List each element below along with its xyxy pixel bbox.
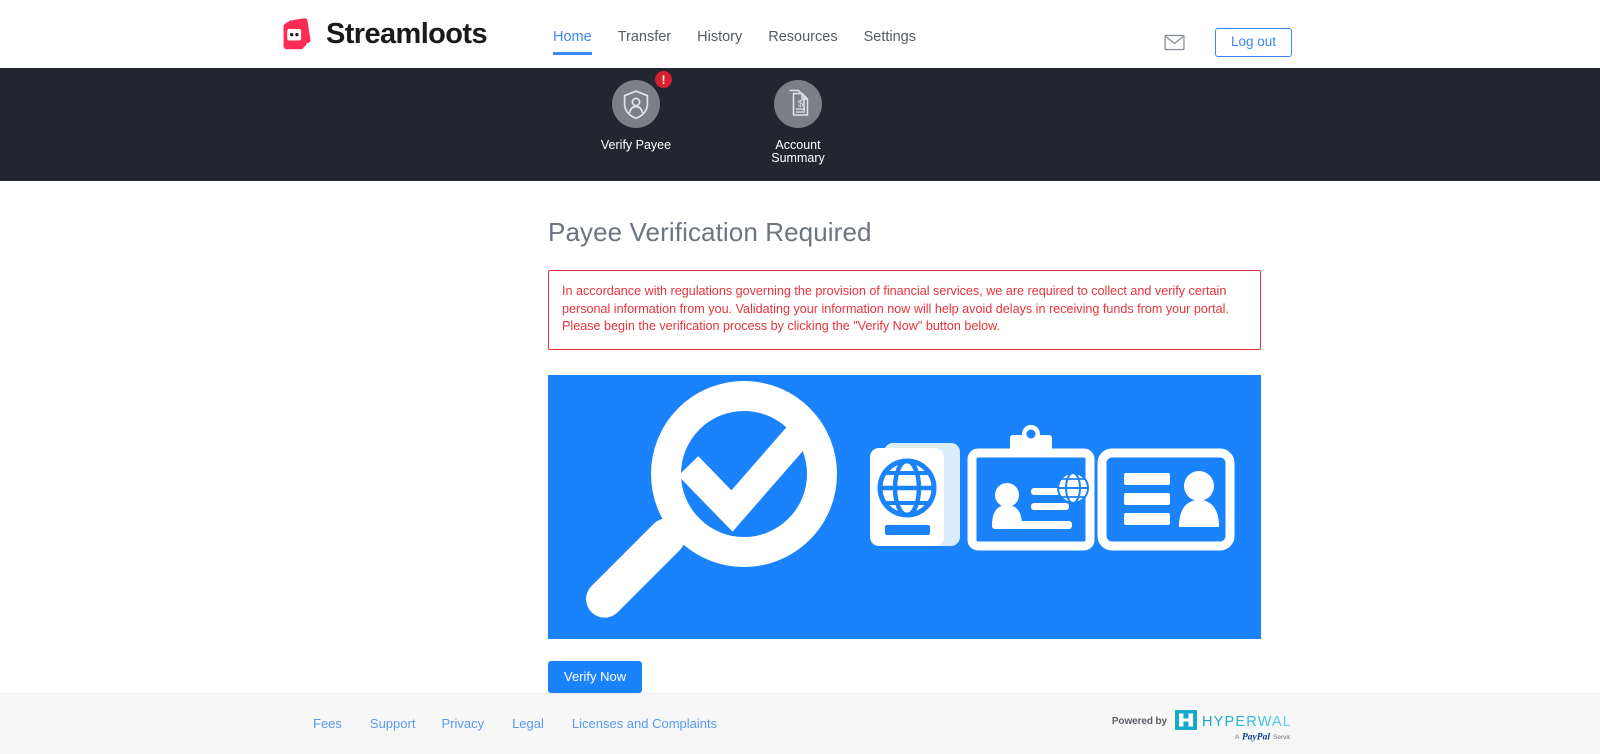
svg-text:$: $: [798, 99, 804, 110]
subnav-item-account-summary[interactable]: $ Account Summary: [738, 80, 858, 165]
hyperwallet-wordmark: HYPERWALLET: [1202, 714, 1290, 730]
paypal-prefix: A: [1235, 734, 1240, 741]
footer-link-support[interactable]: Support: [370, 716, 442, 731]
footer-link-privacy[interactable]: Privacy: [441, 716, 512, 731]
verification-banner-image: [548, 374, 1261, 639]
page-title: Payee Verification Required: [548, 217, 872, 247]
logout-button[interactable]: Log out: [1214, 28, 1292, 58]
main-navigation: Home Transfer History Resources Settings: [553, 27, 929, 55]
hyperwallet-logo-icon: HYPERWALLET A PayPal Service: [1175, 710, 1290, 743]
site-header: Streamloots Home Transfer History Resour…: [0, 0, 1600, 68]
footer-link-legal[interactable]: Legal: [512, 716, 572, 731]
footer-links: Fees Support Privacy Legal Licenses and …: [313, 716, 745, 731]
powered-by-hyperwallet: Powered by HYPERWALLET A Pa: [1112, 709, 1290, 743]
brand-name: Streamloots: [326, 18, 488, 50]
site-footer: Fees Support Privacy Legal Licenses and …: [0, 693, 1600, 754]
powered-by-label: Powered by: [1111, 716, 1167, 727]
brand-logo[interactable]: Streamloots: [278, 16, 488, 53]
main-content: Payee Verification Required In accordanc…: [0, 181, 1600, 694]
shield-person-icon: [623, 89, 649, 119]
account-summary-icon-circle: $: [774, 80, 822, 128]
account-summary-line1: Account: [775, 138, 821, 152]
verify-payee-alert-badge: !: [655, 71, 672, 88]
nav-item-resources[interactable]: Resources: [755, 27, 850, 47]
envelope-icon[interactable]: [1164, 34, 1185, 51]
streamloots-card-logo-icon: [283, 18, 311, 50]
footer-link-licenses-and-complaints[interactable]: Licenses and Complaints: [572, 716, 745, 731]
secondary-navigation: ! Verify Payee $ Account Summary: [0, 68, 1600, 200]
nav-item-history[interactable]: History: [684, 27, 755, 47]
subnav-label-account-summary: Account Summary: [771, 139, 824, 165]
document-dollar-icon: $: [789, 89, 809, 116]
page-root: Streamloots Home Transfer History Resour…: [0, 0, 1600, 754]
verification-alert-message: In accordance with regulations governing…: [548, 270, 1261, 350]
account-summary-line2: Summary: [771, 151, 825, 165]
verify-now-button[interactable]: Verify Now: [548, 660, 643, 694]
footer-link-fees[interactable]: Fees: [313, 716, 370, 731]
subnav-item-verify-payee[interactable]: ! Verify Payee: [576, 71, 696, 152]
nav-item-transfer[interactable]: Transfer: [605, 27, 684, 47]
nav-item-settings[interactable]: Settings: [851, 27, 929, 47]
passport-globe-icon: [870, 442, 960, 546]
verify-payee-icon-circle: !: [612, 71, 672, 128]
paypal-suffix: Service: [1273, 734, 1290, 741]
nav-item-home[interactable]: Home: [553, 27, 605, 55]
subnav-label-verify-payee: Verify Payee: [600, 138, 672, 152]
paypal-wordmark: PayPal: [1242, 733, 1270, 743]
header-actions: Log out: [1164, 28, 1292, 58]
